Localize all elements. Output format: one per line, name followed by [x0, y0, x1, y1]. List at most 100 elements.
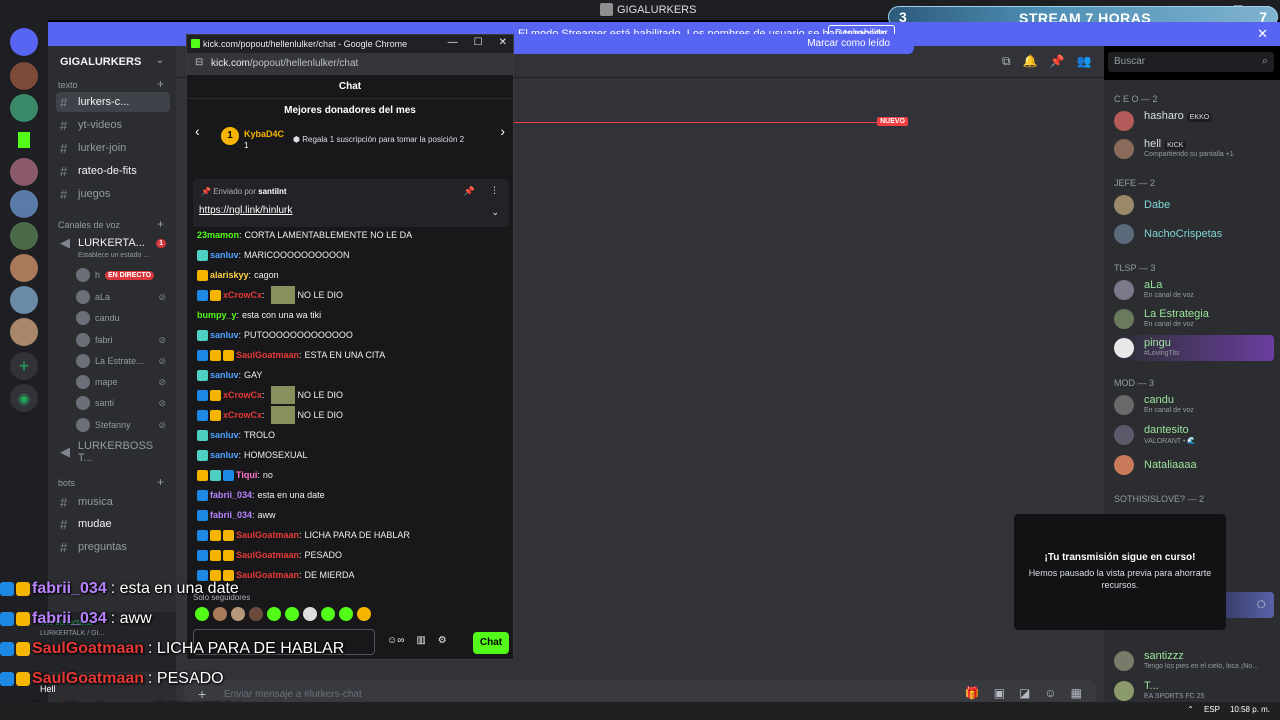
add-channel-icon[interactable]: + — [157, 217, 164, 231]
category-text[interactable]: texto — [58, 80, 78, 90]
member-item[interactable]: hell KICK Compartiendo su pantalla +1 — [1114, 136, 1274, 162]
gift-badge-icon[interactable] — [223, 549, 234, 561]
language-indicator[interactable]: ESP — [1204, 705, 1220, 714]
chat-username[interactable]: sanluv — [210, 245, 239, 265]
sub-badge-icon[interactable] — [197, 249, 208, 261]
sub-badge-icon[interactable] — [197, 429, 208, 441]
voice-user[interactable]: candu — [76, 309, 170, 327]
server-icon[interactable] — [10, 158, 38, 186]
minimize-icon[interactable]: — — [448, 37, 458, 48]
sub-badge-icon[interactable] — [197, 449, 208, 461]
chat-username[interactable]: xCrowCx — [223, 285, 262, 305]
crown-badge-icon[interactable] — [210, 409, 221, 421]
sub-badge-icon[interactable] — [197, 329, 208, 341]
channel-musica[interactable]: # musica — [56, 492, 170, 512]
gift-badge-icon[interactable] — [223, 349, 234, 361]
discord-home-icon[interactable] — [10, 28, 38, 56]
voice-user[interactable]: fabri ⊘ — [76, 331, 170, 349]
vip-badge-icon[interactable] — [197, 489, 208, 501]
kick-server-icon[interactable] — [10, 126, 38, 154]
channel-preguntas[interactable]: # preguntas — [56, 537, 170, 557]
threads-icon[interactable]: ⧉ — [1002, 54, 1011, 69]
chevron-down-icon[interactable]: ⌄ — [156, 55, 164, 66]
gift-sub-text[interactable]: ⬢ Regala 1 suscripción para tomar la pos… — [293, 135, 464, 144]
member-item[interactable]: dantesito VALORANT • 🌊 — [1114, 422, 1274, 448]
member-item[interactable]: Dabe — [1114, 192, 1274, 218]
member-item[interactable]: candu En canal de voz — [1114, 392, 1274, 418]
emote-icon[interactable] — [270, 386, 295, 404]
vip-badge-icon[interactable] — [197, 349, 208, 361]
chat-username[interactable]: fabrii_034 — [210, 485, 252, 505]
gift-badge-icon[interactable] — [223, 529, 234, 541]
gif-icon[interactable]: ▣ — [994, 686, 1005, 700]
server-icon[interactable] — [10, 222, 38, 250]
apps-icon[interactable]: ▦ — [1071, 686, 1082, 700]
store-icon[interactable]: ▥ — [416, 635, 425, 646]
emote-icon[interactable] — [270, 286, 295, 304]
clock[interactable]: 10:58 p. m. — [1230, 705, 1270, 714]
voice-user[interactable]: h EN DIRECTO — [76, 266, 170, 284]
crown-badge-icon[interactable] — [210, 289, 221, 301]
voice-user[interactable]: Stefanny ⊘ — [76, 416, 170, 434]
channel-rateo-de-fits[interactable]: # rateo-de-fits — [56, 161, 170, 181]
crown-badge-icon[interactable] — [210, 549, 221, 561]
server-icon[interactable] — [10, 94, 38, 122]
member-item[interactable]: santizzz Tengo los pies en el cielo, loca… — [1114, 648, 1274, 674]
member-item-highlighted[interactable]: pingu #LovingTits — [1114, 335, 1274, 361]
crown-badge-icon[interactable] — [197, 469, 208, 481]
chat-username[interactable]: fabrii_034 — [210, 505, 252, 525]
chat-username[interactable]: SaulGoatmaan — [236, 545, 299, 565]
pin-icon[interactable]: 📌 — [1050, 54, 1065, 69]
chat-username[interactable]: SaulGoatmaan — [236, 345, 299, 365]
chat-username[interactable]: sanluv — [210, 445, 239, 465]
crown-badge-icon[interactable] — [210, 529, 221, 541]
maximize-icon[interactable]: ☐ — [474, 37, 483, 48]
sub-badge-icon[interactable] — [197, 369, 208, 381]
tray-chevron-icon[interactable]: ⌃ — [1187, 705, 1194, 714]
emote-icon[interactable] — [270, 406, 295, 424]
channel-lurkers-chat[interactable]: # lurkers-c... — [56, 92, 170, 112]
emoji-icon[interactable]: ☺ — [1044, 686, 1056, 700]
chat-username[interactable]: sanluv — [210, 325, 239, 345]
pinned-link[interactable]: https://ngl.link/hinlurk — [199, 205, 292, 216]
voice-status[interactable]: Establece un estado ... — [78, 252, 149, 259]
voice-user[interactable]: aLa ⊘ — [76, 288, 170, 306]
channel-mudae[interactable]: # mudae — [56, 514, 170, 534]
member-item[interactable]: hasharo EKKO — [1114, 108, 1274, 134]
voice-user[interactable]: santi ⊘ — [76, 394, 170, 412]
chat-username[interactable]: xCrowCx — [223, 385, 262, 405]
members-icon[interactable]: 👥 — [1076, 54, 1091, 69]
chat-username[interactable]: 23mamon — [197, 225, 239, 245]
chat-username[interactable]: bumpy_y — [197, 305, 237, 325]
channel-yt-videos[interactable]: # yt-videos — [56, 115, 170, 135]
bell-icon[interactable]: 🔔 — [1023, 54, 1038, 69]
crown-badge-icon[interactable] — [197, 269, 208, 281]
member-item[interactable]: NachoCrispetas — [1114, 221, 1274, 247]
chat-username[interactable]: alariskyy — [210, 265, 249, 285]
category-bots[interactable]: bots — [58, 478, 75, 488]
chat-username[interactable]: SaulGoatmaan — [236, 525, 299, 545]
more-options-icon[interactable]: ⋮ — [490, 185, 499, 196]
add-channel-icon[interactable]: + — [157, 475, 164, 489]
chevron-left-icon[interactable]: ‹ — [195, 123, 200, 139]
sub-badge-icon[interactable] — [210, 469, 221, 481]
add-server-icon[interactable]: + — [10, 352, 38, 380]
channel-lurker-join[interactable]: # lurker-join — [56, 138, 170, 158]
sticker-icon[interactable]: ◪ — [1019, 686, 1030, 700]
server-icon[interactable] — [10, 318, 38, 346]
member-item[interactable]: T... EA SPORTS FC 25 — [1114, 678, 1274, 704]
vip-badge-icon[interactable] — [197, 289, 208, 301]
chevron-right-icon[interactable]: › — [500, 123, 505, 139]
crown-badge-icon[interactable] — [210, 349, 221, 361]
pin-icon[interactable]: 📌 — [464, 186, 475, 197]
voice-user[interactable]: La Estrate... ⊘ — [76, 352, 170, 370]
vip-badge-icon[interactable] — [197, 409, 208, 421]
chat-username[interactable]: Tiqui — [236, 465, 257, 485]
voice-user[interactable]: mape ⊘ — [76, 373, 170, 391]
server-icon[interactable] — [10, 190, 38, 218]
vip-badge-icon[interactable] — [197, 389, 208, 401]
gear-icon[interactable]: ⚙ — [438, 635, 447, 646]
address-bar[interactable]: ⊟ kick.com/popout/hellenlulker/chat — [187, 53, 513, 75]
send-chat-button[interactable]: Chat — [473, 632, 509, 654]
site-info-icon[interactable]: ⊟ — [195, 57, 203, 68]
